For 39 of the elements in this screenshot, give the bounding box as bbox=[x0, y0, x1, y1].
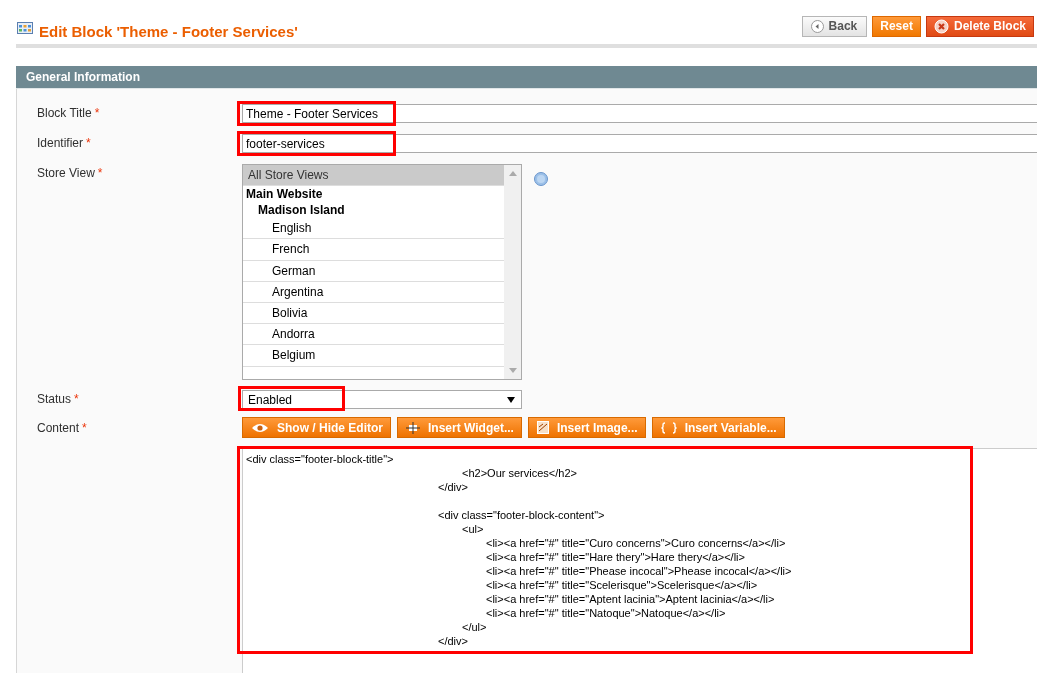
eye-icon bbox=[251, 422, 269, 433]
section-header: General Information bbox=[16, 66, 1037, 89]
required-mark: * bbox=[82, 421, 87, 435]
required-mark: * bbox=[74, 392, 79, 406]
option-group-label: Main Website bbox=[245, 186, 324, 203]
field-label: Status bbox=[37, 392, 72, 406]
list-option[interactable]: English bbox=[243, 218, 504, 240]
grid-icon bbox=[17, 22, 33, 34]
field-label: Block Title bbox=[37, 106, 92, 120]
option-group-label: Madison Island bbox=[257, 202, 346, 219]
help-icon[interactable] bbox=[534, 172, 548, 186]
text-field[interactable]: footer-services bbox=[242, 134, 1037, 153]
status-dropdown[interactable]: Enabled bbox=[242, 390, 522, 409]
list-option[interactable]: Bolivia bbox=[243, 302, 504, 325]
text-field[interactable]: Theme - Footer Services bbox=[242, 104, 1037, 123]
list-option[interactable]: All Store Views bbox=[243, 165, 504, 187]
delete-icon bbox=[933, 18, 949, 34]
required-mark: * bbox=[97, 166, 103, 180]
list-option[interactable]: German bbox=[243, 260, 504, 282]
list-option[interactable]: Andorra bbox=[243, 324, 504, 346]
up-arrow-icon bbox=[508, 171, 517, 176]
image-icon bbox=[536, 421, 549, 434]
scrollbar[interactable] bbox=[504, 165, 521, 379]
down-arrow-icon bbox=[508, 368, 517, 373]
field-label: Identifier bbox=[37, 136, 84, 150]
list-option[interactable]: Belgium bbox=[243, 345, 504, 367]
list-option[interactable]: French bbox=[243, 239, 504, 261]
content-editor[interactable]: <div class="footer-block-title"> <h2>Our services</h2> </div> <div class="footer-block-content"> <ul> <li><a href="#" title="Curo concerns">Curo concerns</a></li> <li><a href="#" title="Hare thery">Hare thery</a></li> <li><a href="#" title="Phease incocal">Phease incocal</a></li> <li><a href="#" title="Scelerisque">Scelerisque</a></li> <li><a href="#" title="Aptent lacinia">Aptent lacinia</a></li> <li><a href="#" title="Natoque">Natoque</a></li> </ul> </div> bbox=[242, 448, 1037, 673]
store-view-list[interactable]: All Store Views Main Website Madison Island English French German Argentina Bolivia Andorra Belgium bbox=[242, 164, 522, 380]
list-option[interactable]: Argentina bbox=[243, 281, 504, 303]
move-icon bbox=[406, 421, 420, 434]
page-title: Edit Block 'Theme - Footer Services' bbox=[39, 22, 299, 40]
back-button[interactable]: Back bbox=[801, 15, 868, 37]
field-label: Content bbox=[37, 421, 80, 435]
required-mark: * bbox=[94, 106, 100, 120]
required-mark: * bbox=[86, 136, 91, 150]
braces-icon bbox=[660, 421, 677, 434]
dropdown-arrow-icon bbox=[507, 396, 515, 403]
field-label: Store View bbox=[37, 166, 95, 180]
